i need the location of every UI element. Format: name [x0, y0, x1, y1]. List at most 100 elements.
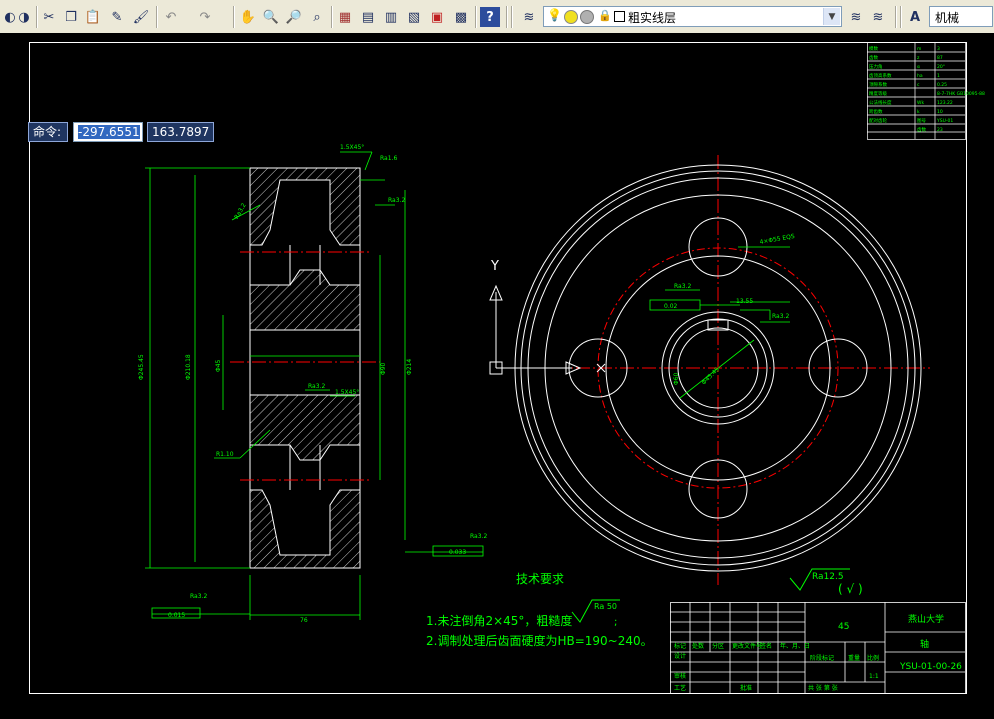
command-y-input[interactable]: 163.7897	[147, 122, 214, 142]
svg-text:共 张 第 张: 共 张 第 张	[808, 684, 838, 692]
roughness-note: Ra 50	[594, 602, 617, 611]
svg-text:设计: 设计	[674, 652, 686, 660]
properties-icon[interactable]: ▦	[335, 7, 355, 27]
front-view	[510, 155, 930, 585]
param-cell: 齿数	[917, 126, 926, 133]
svg-text:R1.10: R1.10	[216, 451, 234, 458]
match-properties-icon[interactable]: ✎	[107, 7, 127, 27]
svg-text:YSU-01-00-26: YSU-01-00-26	[899, 662, 962, 672]
svg-text:批准: 批准	[740, 684, 752, 692]
redo-icon[interactable]: ↷	[195, 7, 215, 27]
svg-text:签名: 签名	[760, 642, 772, 650]
sheet-set-icon[interactable]: ▧	[404, 7, 424, 27]
zoom-realtime-icon[interactable]: ◑	[14, 7, 34, 27]
svg-text:Ra3.2: Ra3.2	[674, 283, 691, 290]
zoom-extents-icon[interactable]: ⌕	[307, 7, 327, 27]
svg-text:Ra3.2: Ra3.2	[470, 533, 487, 540]
color-swatch-icon	[614, 11, 625, 22]
viewport-icon	[580, 10, 594, 24]
svg-text:Ra3.2: Ra3.2	[190, 593, 207, 600]
svg-text:0.033: 0.033	[449, 549, 466, 556]
zoom-previous-icon[interactable]: 🔎	[284, 7, 304, 27]
title-block-main: 45 燕山大学 轴 YSU-01-00-26	[838, 613, 962, 672]
svg-text:Ra3.2: Ra3.2	[308, 383, 325, 390]
svg-text:Φ210.18: Φ210.18	[185, 354, 192, 380]
param-cell: 87	[937, 55, 943, 61]
layer-previous-icon[interactable]: ≋	[868, 7, 888, 27]
param-cell: 齿数	[869, 54, 878, 61]
param-cell: 1	[937, 73, 940, 79]
ucs-icon	[489, 284, 606, 375]
brush-icon[interactable]: 🖌	[131, 7, 151, 27]
design-center-icon[interactable]: ▤	[358, 7, 378, 27]
param-cell: 123.22	[937, 100, 953, 106]
param-cell: α	[917, 65, 920, 70]
svg-text:Ra3.2: Ra3.2	[233, 202, 248, 221]
command-x-value: -297.6551	[78, 125, 140, 139]
lock-icon: 🔒	[598, 9, 612, 22]
command-x-input[interactable]: -297.6551	[73, 122, 143, 142]
cut-icon[interactable]: ✂	[39, 7, 59, 27]
param-cell: YSU-01	[936, 118, 953, 124]
copy-icon[interactable]: ❐	[61, 7, 81, 27]
svg-text:1.5X45°: 1.5X45°	[340, 144, 364, 151]
param-cell: m	[917, 47, 921, 52]
chevron-down-icon[interactable]: ▼	[823, 8, 840, 25]
svg-text:0.015: 0.015	[168, 612, 185, 619]
param-cell: 精度等级	[869, 90, 887, 97]
svg-text:Φ45: Φ45	[215, 359, 222, 372]
top-roughness-paren: ( √ )	[838, 582, 863, 596]
svg-text:Ra3.2: Ra3.2	[388, 197, 405, 204]
text-style-name: 机械	[935, 11, 960, 25]
param-cell: 8-7-7HK GB10095-88	[937, 91, 985, 97]
svg-text:1.5X45°: 1.5X45°	[335, 389, 359, 396]
help-icon[interactable]: ?	[480, 7, 500, 27]
ucs-y-label: Y	[490, 259, 499, 274]
svg-text:标记: 标记	[674, 642, 686, 650]
layer-manager-icon[interactable]: ≋	[519, 7, 539, 27]
svg-text:Φ60: Φ60	[673, 372, 680, 385]
parameter-table-text: 模数 m 3 齿数 z 87 压力角 α 20° 齿顶高系数 ha 1 顶隙系数 c 0.25 精度等级 8-7…	[869, 45, 985, 133]
param-cell: 0.25	[937, 82, 947, 88]
dimensions-front	[649, 246, 790, 399]
svg-text:4×Φ55 EQS: 4×Φ55 EQS	[759, 233, 795, 246]
svg-text:Φ90: Φ90	[380, 362, 387, 375]
svg-text:比例: 比例	[867, 654, 879, 662]
param-cell: 顶隙系数	[869, 81, 887, 88]
undo-icon[interactable]: ↶	[161, 7, 181, 27]
tech-note-1: 1.未注倒角2×45°，粗糙度	[426, 613, 572, 628]
svg-text:轴: 轴	[920, 638, 929, 650]
text-style-icon[interactable]: A	[905, 7, 925, 27]
calculator-icon[interactable]: ▩	[451, 7, 471, 27]
sun-icon	[564, 10, 578, 24]
bulb-icon: 💡	[547, 8, 562, 22]
svg-text:Ra1.6: Ra1.6	[380, 155, 397, 162]
markup-icon[interactable]: ▣	[427, 7, 447, 27]
command-label: 命令:	[28, 122, 68, 142]
svg-text:0.02: 0.02	[664, 303, 678, 310]
svg-text:Φ214: Φ214	[406, 359, 413, 375]
svg-text:审核: 审核	[674, 672, 686, 680]
make-current-layer-icon[interactable]: ≋	[846, 7, 866, 27]
pan-icon[interactable]: ✋	[238, 7, 258, 27]
svg-text:阶段标记: 阶段标记	[810, 654, 834, 662]
param-cell: Wk	[917, 100, 924, 106]
param-cell: k	[917, 109, 920, 115]
param-cell: 跨齿数	[869, 108, 883, 115]
svg-text:处数: 处数	[692, 642, 704, 650]
svg-text:1:1: 1:1	[869, 673, 879, 680]
svg-text:燕山大学: 燕山大学	[908, 613, 944, 625]
param-cell: 公法线长度	[869, 99, 892, 106]
svg-text:Φ245.45: Φ245.45	[138, 354, 145, 380]
tool-palettes-icon[interactable]: ▥	[381, 7, 401, 27]
text-style-combo[interactable]: 机械	[929, 6, 993, 27]
zoom-window-icon[interactable]: 🔍	[261, 7, 281, 27]
svg-text:工艺: 工艺	[674, 684, 686, 692]
paste-icon[interactable]: 📋	[83, 7, 103, 27]
param-cell: z	[917, 56, 920, 61]
drawing-canvas[interactable]: 模数 m 3 齿数 z 87 压力角 α 20° 齿顶高系数 ha 1 顶隙系数 c 0.25 精度等级 8-7…	[0, 33, 994, 719]
svg-text:Ra3.2: Ra3.2	[772, 313, 789, 320]
param-cell: 图号	[917, 118, 926, 124]
layer-combo[interactable]: 💡 🔒 粗实线层 ▼	[543, 6, 842, 27]
param-cell: 10	[937, 109, 943, 115]
